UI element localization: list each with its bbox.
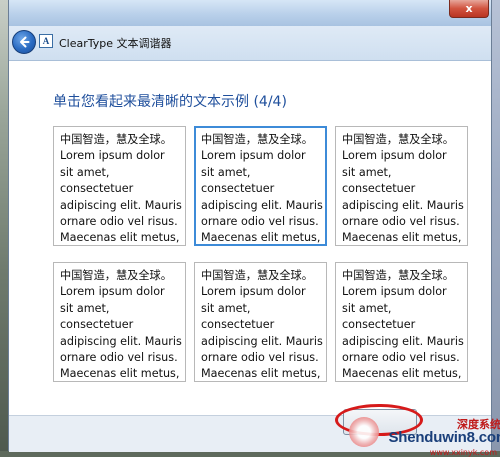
window-title: ClearType 文本调谐器 [59,37,172,50]
cleartype-app-icon: A [39,34,53,48]
text-sample-4[interactable]: 中国智造，慧及全球。 Lorem ipsum dolor sit amet, c… [53,262,186,382]
close-icon: x [465,2,473,15]
watermark-brand: Shenduwin8.com [388,429,500,446]
cleartype-window: x A ClearType 文本调谐器 单击您看起来最清晰的文本示例 (4/4)… [8,0,500,457]
text-sample-5[interactable]: 中国智造，慧及全球。 Lorem ipsum dolor sit amet, c… [194,262,327,382]
text-sample-2[interactable]: 中国智造，慧及全球。 Lorem ipsum dolor sit amet, c… [194,126,327,246]
back-arrow-icon [20,36,30,48]
text-sample-3[interactable]: 中国智造，慧及全球。 Lorem ipsum dolor sit amet, c… [335,126,468,246]
back-button[interactable] [12,30,36,54]
content-area: 单击您看起来最清晰的文本示例 (4/4) 中国智造，慧及全球。 Lorem ip… [9,61,491,415]
watermark-url: www.xxinyk.com [429,448,497,457]
header-bar: A ClearType 文本调谐器 [9,26,491,61]
watermark: 深度系统 Shenduwin8.com www.xxinyk.com [339,415,500,457]
text-sample-1[interactable]: 中国智造，慧及全球。 Lorem ipsum dolor sit amet, c… [53,126,186,246]
instruction-text: 单击您看起来最清晰的文本示例 (4/4) [53,94,287,110]
desktop-background-right [492,0,500,451]
text-sample-6[interactable]: 中国智造，慧及全球。 Lorem ipsum dolor sit amet, c… [335,262,468,382]
title-bar: x [9,0,491,26]
close-button[interactable]: x [449,0,489,18]
desktop-background-left [0,0,8,451]
